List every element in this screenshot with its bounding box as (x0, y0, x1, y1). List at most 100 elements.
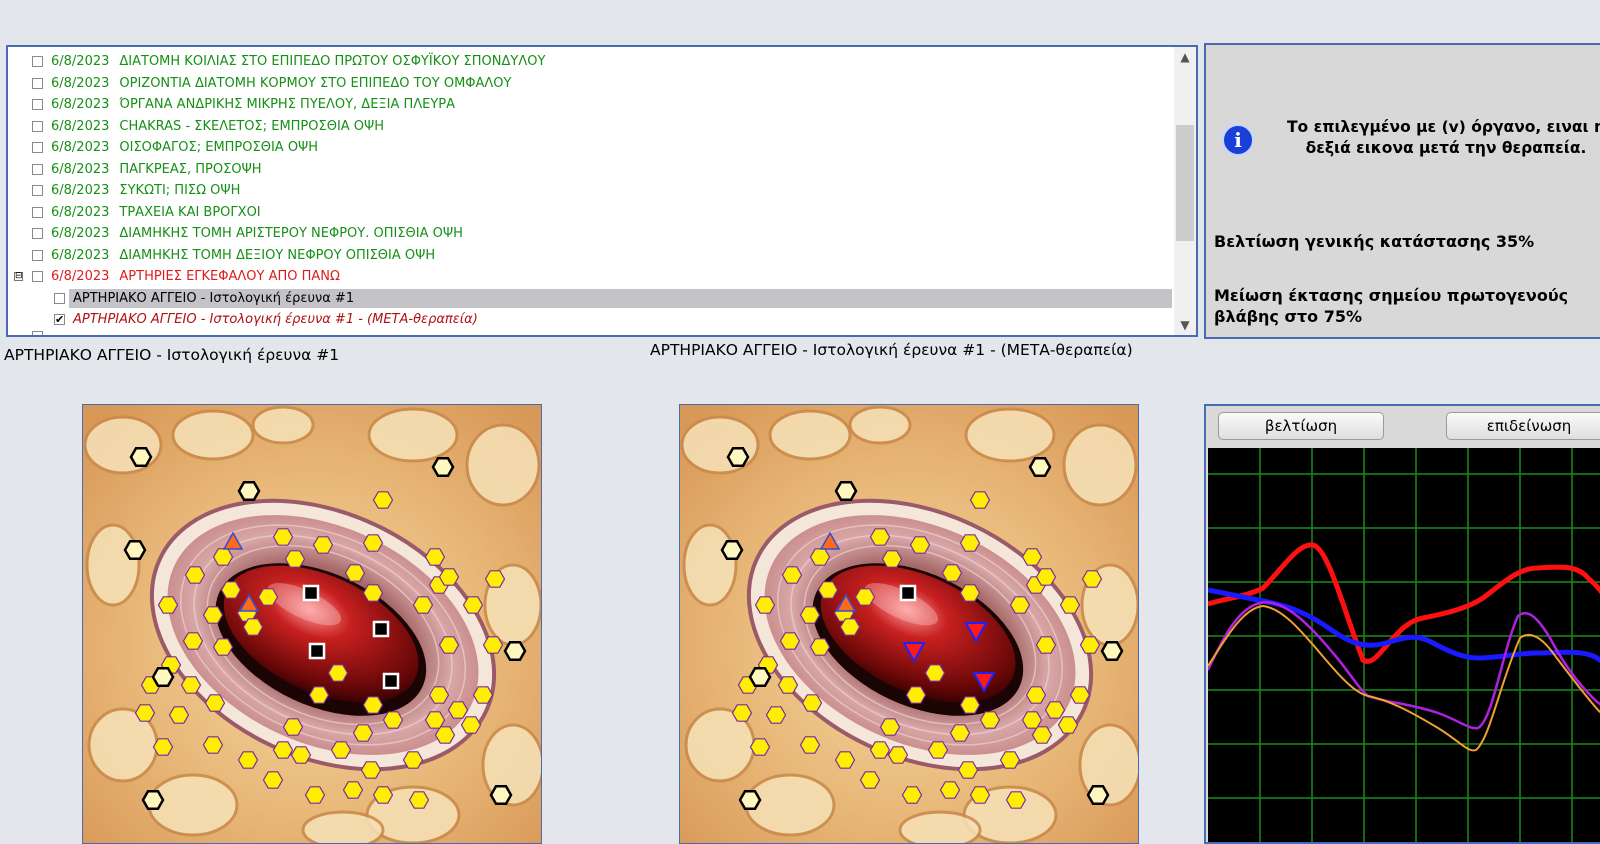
list-item[interactable]: 6/8/2023 ΔΙΑΜΗΚΗΣ ΤΟΜΗ ΔΕΞΙΟΥ ΝΕΦΡΟΥ ΟΠΙΣ… (8, 245, 1172, 267)
list-subitem-post-therapy[interactable]: ✔ ΑΡΤΗΡΙΑΚΟ ΑΓΓΕΙΟ - Ιστολογική έρευνα #1… (8, 309, 1172, 331)
marker-hexagon (360, 761, 382, 779)
marker-hexagon (765, 706, 787, 724)
list-item[interactable]: 6/8/2023 ΤΡΑΧΕΙΑ ΚΑΙ ΒΡΟΓΧΟΙ (8, 202, 1172, 224)
item-title: ΠΑΓΚΡΕΑΣ, ΠΡΟΣΟΨΗ (119, 161, 262, 177)
marker-hexagon (777, 676, 799, 694)
item-checkbox[interactable] (32, 99, 43, 111)
marker-hexagon (1035, 568, 1057, 586)
marker-hexagon (382, 711, 404, 729)
subitem-title: ΑΡΤΗΡΙΑΚΟ ΑΓΓΕΙΟ - Ιστολογική έρευνα #1 … (73, 312, 478, 328)
item-checkbox[interactable] (32, 142, 43, 154)
marker-hexagon (809, 548, 831, 566)
reduction-stat: Μείωση έκτασης σημείου πρωτογενούς βλάβη… (1214, 285, 1600, 327)
worsening-button[interactable]: επιδείνωση (1446, 412, 1600, 440)
marker-hexagon (237, 751, 259, 769)
reduction-stat-line1: Μείωση έκτασης σημείου πρωτογενούς (1214, 286, 1569, 305)
marker-hexagon (924, 664, 946, 682)
list-item[interactable]: ⊟ 6/8/2023 ΑΡΤΗΡΙΕΣ ΕΓΚΕΦΑΛΟΥ ΑΠΟ ΠΑΝΩ (8, 266, 1172, 288)
marker-hexagon (779, 632, 801, 650)
marker-hexagon (438, 636, 460, 654)
marker-hexagon (887, 746, 909, 764)
marker-hexagon (262, 771, 284, 789)
cell-blob (1062, 423, 1138, 507)
item-checkbox[interactable] (32, 163, 43, 175)
marker-hexagon (424, 548, 446, 566)
marker-hexagon (1079, 636, 1101, 654)
item-date: 6/8/2023 (51, 118, 110, 134)
scroll-down-arrow[interactable]: ▼ (1174, 315, 1196, 335)
list-item[interactable]: 6/8/2023 ΌΡΓΑΝΑ ΑΝΔΡΙΚΗΣ ΜΙΚΡΗΣ ΠΥΕΛΟΥ, Δ… (8, 94, 1172, 116)
list-subitem-selected[interactable]: ΑΡΤΗΡΙΑΚΟ ΑΓΓΕΙΟ - Ιστολογική έρευνα #1 (8, 288, 1172, 310)
marker-hexagon (901, 786, 923, 804)
list-item[interactable]: 6/8/2023 ΟΡΙΖΟΝΤΙΑ ΔΙΑΤΟΜΗ ΚΟΡΜΟΥ ΣΤΟ ΕΠΙ… (8, 73, 1172, 95)
marker-hexagon (869, 741, 891, 759)
list-item[interactable]: 6/8/2023 ΔΙΑΜΗΚΗΣ ΤΟΜΗ ΑΡΙΣΤΕΡΟΥ ΝΕΦΡΟΥ. … (8, 223, 1172, 245)
marker-hexagon (939, 781, 961, 799)
marker-hexagon (881, 550, 903, 568)
marker-hexagon (304, 786, 326, 804)
marker-hexagon (372, 491, 394, 509)
marker-hexagon (272, 528, 294, 546)
list-item[interactable]: 6/8/2023 ΟΙΣΟΦΑΓΟΣ; ΕΜΠΡΟΣΘΙΑ ΟΨΗ (8, 137, 1172, 159)
collapse-toggle-icon[interactable]: ⊟ (14, 272, 23, 282)
marker-hexagon (1021, 711, 1043, 729)
marker-hexagon (182, 632, 204, 650)
info-message-line2: δεξιά εικονα μετά την θεραπεία. (1305, 139, 1587, 157)
item-checkbox[interactable] (32, 228, 43, 240)
cell-blob (465, 423, 541, 507)
cell-blob (147, 773, 239, 837)
item-checkbox[interactable] (32, 271, 43, 283)
marker-hexagon (438, 568, 460, 586)
marker-hexagon (941, 564, 963, 582)
marker-hexagon (869, 528, 891, 546)
cell-blob (964, 407, 1056, 463)
list-scrollbar[interactable]: ▲ ▼ (1174, 47, 1196, 335)
marker-hexagon (927, 741, 949, 759)
study-list-rows: 6/8/2023 ΔΙΑΤΟΜΗ ΚΟΙΛΙΑΣ ΣΤΟ ΕΠΙΠΕΔΟ ΠΡΩΤ… (8, 51, 1172, 335)
scroll-up-arrow[interactable]: ▲ (1174, 47, 1196, 67)
marker-hexagon (1021, 548, 1043, 566)
marker-hexagon (152, 738, 174, 756)
item-checkbox[interactable] (32, 206, 43, 218)
cell-blob (898, 810, 982, 843)
list-item[interactable]: 6/8/2023 CHAKRAS - ΣΚΕΛΕΤΟΣ; ΕΜΠΡΟΣΘΙΑ ΟΨ… (8, 116, 1172, 138)
marker-hexagon (284, 550, 306, 568)
item-title: ΔΙΑΤΟΜΗ ΚΟΙΛΙΑΣ ΣΤΟ ΕΠΙΠΕΔΟ ΠΡΩΤΟΥ ΟΣΦΥΪ… (119, 54, 546, 70)
artery-cross-section-before (83, 405, 541, 843)
marker-hexagon (290, 746, 312, 764)
marker-hexagon (799, 736, 821, 754)
histology-image-before[interactable] (82, 404, 542, 844)
marker-hexagon (959, 584, 981, 602)
subitem-checkbox-checked[interactable]: ✔ (54, 314, 65, 326)
left-image-caption: ΑΡΤΗΡΙΑΚΟ ΑΓΓΕΙΟ - Ιστολογική έρευνα #1 (4, 346, 340, 364)
list-item-partial[interactable] (8, 330, 1172, 335)
histology-image-after[interactable] (679, 404, 1139, 844)
improvement-button[interactable]: βελτίωση (1218, 412, 1384, 440)
item-checkbox[interactable] (32, 249, 43, 261)
marker-hexagon (959, 696, 981, 714)
marker-hexagon-white (141, 790, 165, 810)
item-date: 6/8/2023 (51, 183, 110, 199)
item-checkbox[interactable] (32, 120, 43, 132)
subitem-checkbox[interactable] (54, 292, 65, 304)
scroll-thumb[interactable] (1176, 125, 1194, 241)
marker-hexagon (854, 588, 876, 606)
marker-hexagon (168, 706, 190, 724)
marker-hexagon (362, 584, 384, 602)
marker-hexagon (859, 771, 881, 789)
marker-hexagon (839, 618, 861, 636)
marker-hexagon (909, 536, 931, 554)
item-checkbox[interactable] (32, 77, 43, 89)
list-item[interactable]: 6/8/2023 ΠΑΓΚΡΕΑΣ, ΠΡΟΣΟΨΗ (8, 159, 1172, 181)
item-checkbox[interactable] (32, 56, 43, 68)
item-checkbox[interactable] (32, 330, 43, 335)
marker-hexagon (327, 664, 349, 682)
item-checkbox[interactable] (32, 185, 43, 197)
marker-hexagon (434, 726, 456, 744)
study-list[interactable]: 6/8/2023 ΔΙΑΤΟΜΗ ΚΟΙΛΙΑΣ ΣΤΟ ΕΠΙΠΕΔΟ ΠΡΩΤ… (6, 45, 1198, 337)
item-date: 6/8/2023 (51, 97, 110, 113)
marker-hexagon (979, 711, 1001, 729)
list-item[interactable]: 6/8/2023 ΣΥΚΩΤΙ; ΠΙΣΩ ΟΨΗ (8, 180, 1172, 202)
list-item[interactable]: 6/8/2023 ΔΙΑΤΟΜΗ ΚΟΙΛΙΑΣ ΣΤΟ ΕΠΙΠΕΔΟ ΠΡΩΤ… (8, 51, 1172, 73)
info-message: Το επιλεγμένο με (v) όργανο, ειναι η δεξ… (1266, 117, 1600, 159)
